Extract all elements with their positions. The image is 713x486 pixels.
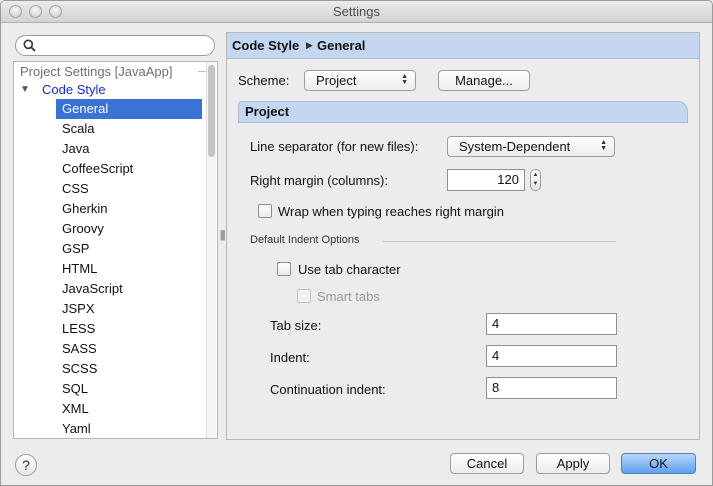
manage-button[interactable]: Manage... xyxy=(438,70,530,91)
line-separator-label: Line separator (for new files): xyxy=(250,139,419,154)
indent-options-heading: Default Indent Options xyxy=(250,234,360,246)
tree-item[interactable]: LESS xyxy=(56,319,202,339)
tree-item[interactable]: JavaScript xyxy=(56,279,202,299)
tree-item[interactable]: HTML xyxy=(56,259,202,279)
window-title: Settings xyxy=(333,4,380,19)
right-margin-stepper[interactable]: ▲ ▼ xyxy=(530,169,541,191)
use-tab-character-checkbox[interactable] xyxy=(277,262,291,276)
use-tab-character-label: Use tab character xyxy=(298,262,401,277)
tree-node-label: Code Style xyxy=(42,82,106,97)
line-separator-dropdown[interactable]: System-Dependent ▲ ▼ xyxy=(447,136,615,157)
tree-item[interactable]: Java xyxy=(56,139,202,159)
right-margin-label: Right margin (columns): xyxy=(250,173,388,188)
tab-size-field[interactable]: 4 xyxy=(486,313,617,335)
popup-arrows-icon: ▲ ▼ xyxy=(401,73,408,86)
settings-window: Settings Project Settings [JavaApp] ▼ Co… xyxy=(0,0,713,486)
tree-item[interactable]: GSP xyxy=(56,239,202,259)
tree-item[interactable]: Groovy xyxy=(56,219,202,239)
pane-splitter-grip-icon[interactable]: ■ ■ ■ xyxy=(220,228,225,243)
scheme-label: Scheme: xyxy=(238,73,290,88)
popup-arrows-icon: ▲ ▼ xyxy=(600,139,607,152)
settings-content-pane: Code Style ▶ General Scheme: Project ▲ ▼ … xyxy=(226,32,700,440)
search-icon xyxy=(23,39,36,52)
breadcrumb-parent: Code Style xyxy=(232,38,300,53)
indent-field[interactable]: 4 xyxy=(486,345,617,367)
title-bar: Settings xyxy=(1,1,712,23)
breadcrumb-arrow-icon: ▶ xyxy=(306,40,313,50)
tree-item[interactable]: CoffeeScript xyxy=(56,159,202,179)
tree-item[interactable]: SASS xyxy=(56,339,202,359)
help-button[interactable]: ? xyxy=(15,454,37,476)
scheme-dropdown[interactable]: Project ▲ ▼ xyxy=(304,70,416,91)
tree-scrollbar[interactable] xyxy=(206,62,216,438)
continuation-indent-field[interactable]: 8 xyxy=(486,377,617,399)
project-section-header: Project xyxy=(238,101,688,123)
ok-button[interactable]: OK xyxy=(621,453,696,474)
breadcrumb: Code Style ▶ General xyxy=(227,33,699,59)
indent-label: Indent: xyxy=(270,350,310,365)
indent-heading-divider xyxy=(382,241,616,242)
tree-item[interactable]: Gherkin xyxy=(56,199,202,219)
tree-scrollbar-thumb[interactable] xyxy=(208,65,215,157)
smart-tabs-checkbox[interactable] xyxy=(297,289,311,303)
tree-item[interactable]: General xyxy=(56,99,202,119)
tree-item[interactable]: CSS xyxy=(56,179,202,199)
continuation-indent-label: Continuation indent: xyxy=(270,382,386,397)
wrap-checkbox[interactable] xyxy=(258,204,272,218)
settings-search-field[interactable] xyxy=(15,35,215,56)
tab-size-label: Tab size: xyxy=(270,318,322,333)
apply-button[interactable]: Apply xyxy=(536,453,610,474)
line-separator-value: System-Dependent xyxy=(459,139,571,154)
tree-items: General Scala Java CoffeeScript CSS Gher… xyxy=(56,99,202,438)
project-section-title: Project xyxy=(245,104,290,119)
tree-item[interactable]: JSPX xyxy=(56,299,202,319)
settings-tree: Project Settings [JavaApp] ▼ Code Style … xyxy=(13,61,218,439)
disclosure-triangle-icon[interactable]: ▼ xyxy=(20,84,30,95)
tree-group-label: Project Settings [JavaApp] xyxy=(20,64,173,79)
tree-item[interactable]: Scala xyxy=(56,119,202,139)
smart-tabs-label: Smart tabs xyxy=(317,289,380,304)
breadcrumb-current: General xyxy=(317,38,366,53)
right-margin-field[interactable]: 120 xyxy=(447,169,525,191)
tree-item[interactable]: SCSS xyxy=(56,359,202,379)
tree-item[interactable]: XML xyxy=(56,399,202,419)
cancel-button[interactable]: Cancel xyxy=(450,453,524,474)
tree-item[interactable]: Yaml xyxy=(56,419,202,438)
scheme-dropdown-value: Project xyxy=(316,73,357,88)
tree-group-divider xyxy=(198,71,206,72)
wrap-label: Wrap when typing reaches right margin xyxy=(278,204,504,219)
tree-item[interactable]: SQL xyxy=(56,379,202,399)
